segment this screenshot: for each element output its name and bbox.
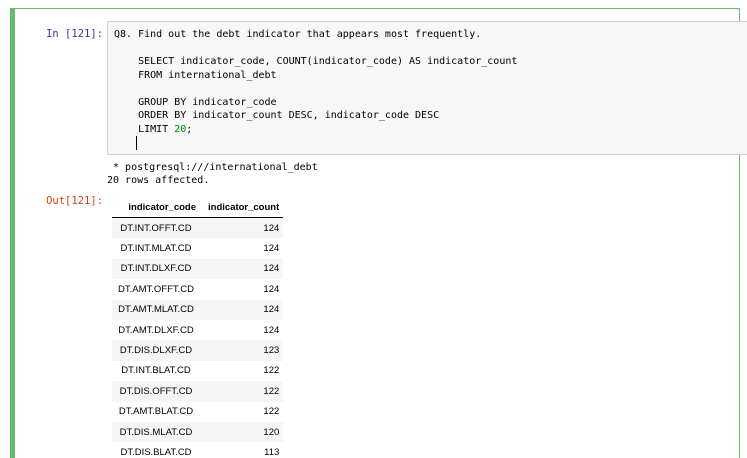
cell-indicator-count: 120: [200, 421, 284, 443]
cell-indicator-code: DT.AMT.OFFT.CD: [112, 279, 200, 300]
code-text[interactable]: Q8. Find out the debt indicator that app…: [114, 28, 517, 150]
cell-indicator-count: 122: [200, 401, 284, 422]
notebook-page: In [121]: Q8. Find out the debt indicato…: [0, 0, 747, 458]
cell-indicator-code: DT.DIS.BLAT.CD: [112, 442, 200, 458]
cell-indicator-code: DT.INT.MLAT.CD: [112, 238, 200, 259]
table-row: DT.INT.MLAT.CD 124: [112, 238, 284, 259]
cell-indicator-code: DT.INT.DLXF.CD: [112, 258, 200, 280]
code-line-1: Q8. Find out the debt indicator that app…: [114, 29, 482, 40]
table-row: DT.DIS.MLAT.CD 120: [112, 421, 284, 443]
cell-indicator-count: 122: [200, 360, 284, 382]
code-line-4: FROM international_debt: [114, 69, 277, 81]
cursor-line: [114, 136, 517, 150]
code-line-3: SELECT indicator_code, COUNT(indicator_c…: [114, 56, 518, 67]
cell-indicator-code: DT.INT.OFFT.CD: [112, 217, 200, 239]
table-row: DT.AMT.BLAT.CD 122: [112, 401, 284, 422]
code-editor[interactable]: Q8. Find out the debt indicator that app…: [107, 21, 747, 155]
cell-indicator-count: 124: [200, 279, 284, 300]
cell-indicator-count: 113: [200, 442, 284, 458]
table-row: DT.AMT.MLAT.CD 124: [112, 299, 284, 320]
cell-indicator-code: DT.AMT.BLAT.CD: [112, 401, 200, 422]
cell-indicator-code: DT.DIS.OFFT.CD: [112, 381, 200, 402]
cell-indicator-code: DT.INT.BLAT.CD: [112, 360, 200, 382]
connection-text: * postgresql:///international_debt: [107, 162, 318, 173]
cell-indicator-count: 122: [200, 381, 284, 402]
text-cursor: [136, 136, 137, 150]
cell-indicator-code: DT.DIS.DLXF.CD: [112, 340, 200, 361]
cell-indicator-count: 124: [200, 319, 284, 341]
code-line-7: ORDER BY indicator_count DESC, indicator…: [114, 110, 440, 121]
cell-indicator-count: 124: [200, 217, 284, 239]
code-line-8-suffix: ;: [186, 123, 193, 135]
table-body: DT.INT.OFFT.CD 124 DT.INT.MLAT.CD 124 DT.INT…: [112, 217, 284, 458]
rows-affected-text: 20 rows affected.: [107, 175, 210, 186]
cell-indicator-code: DT.AMT.DLXF.CD: [112, 319, 200, 341]
table-row: DT.AMT.DLXF.CD 124: [112, 319, 284, 341]
cell-indicator-count: 124: [200, 299, 284, 320]
code-line-8: LIMIT 20;: [114, 123, 517, 137]
stdout-output: * postgresql:///international_debt 20 ro…: [107, 161, 318, 187]
table-row: DT.DIS.BLAT.CD 113: [112, 442, 284, 458]
cell-indicator-count: 123: [200, 340, 284, 361]
code-line-8-prefix: LIMIT: [114, 123, 175, 135]
output-prompt: Out[121]:: [46, 195, 103, 207]
table-header-row: indicator_code indicator_count: [112, 197, 284, 218]
code-cell[interactable]: In [121]: Q8. Find out the debt indicato…: [10, 8, 747, 458]
cell-indicator-code: DT.AMT.MLAT.CD: [112, 299, 200, 320]
cell-indicator-code: DT.DIS.MLAT.CD: [112, 421, 200, 443]
column-header-indicator-count: indicator_count: [200, 197, 284, 218]
table-row: DT.DIS.DLXF.CD 123: [112, 340, 284, 361]
table-row: DT.INT.DLXF.CD 124: [112, 258, 284, 280]
table-row: DT.INT.BLAT.CD 122: [112, 360, 284, 382]
results-table: indicator_code indicator_count DT.INT.OF…: [112, 197, 284, 458]
table-row: DT.DIS.OFFT.CD 122: [112, 381, 284, 402]
cell-indicator-count: 124: [200, 258, 284, 280]
table-row: DT.AMT.OFFT.CD 124: [112, 279, 284, 300]
table-row: DT.INT.OFFT.CD 124: [112, 217, 284, 239]
input-prompt: In [121]:: [46, 28, 103, 40]
limit-number: 20: [174, 123, 187, 135]
column-header-indicator-code: indicator_code: [112, 197, 200, 218]
cell-indicator-count: 124: [200, 238, 284, 259]
code-line-6: GROUP BY indicator_code: [114, 96, 277, 108]
